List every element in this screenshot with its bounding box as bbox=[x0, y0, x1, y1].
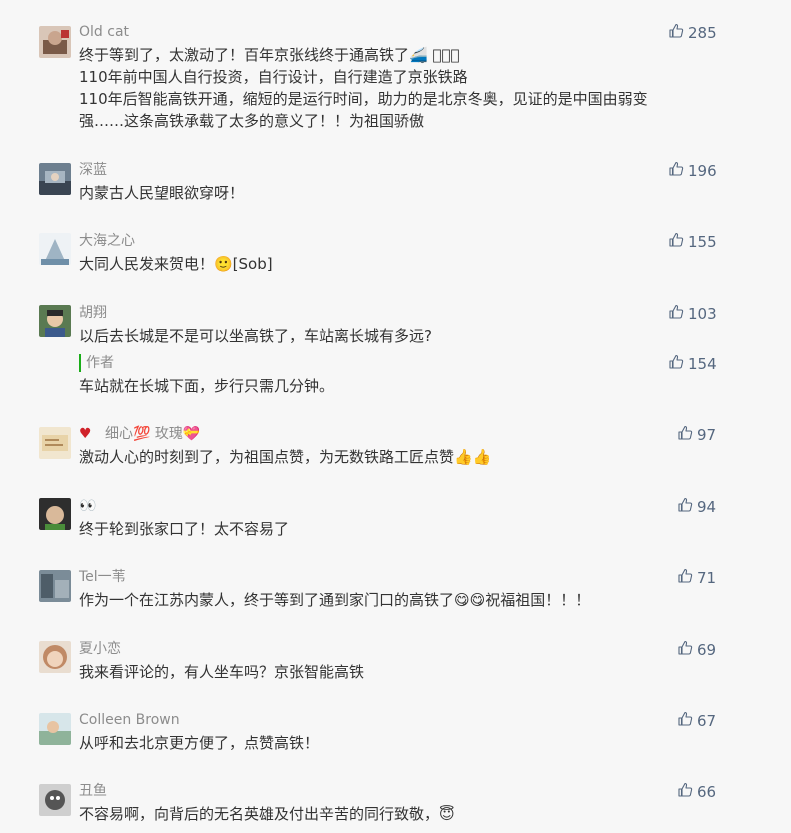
author-reply-label: 作者 bbox=[79, 354, 114, 372]
thumbs-up-icon bbox=[677, 425, 693, 445]
comment-text: 不容易啊，向背后的无名英雄及付出辛苦的同行致敬，😇 bbox=[79, 803, 719, 825]
comment-line: 以后去长城是不是可以坐高铁了，车站离长城有多远? bbox=[79, 327, 432, 345]
like-button[interactable]: 97 bbox=[677, 425, 716, 445]
like-count: 103 bbox=[688, 305, 717, 323]
avatar[interactable] bbox=[39, 427, 71, 459]
like-button[interactable]: 94 bbox=[677, 497, 716, 517]
like-button[interactable]: 71 bbox=[677, 568, 716, 588]
like-count: 66 bbox=[697, 783, 717, 801]
avatar[interactable] bbox=[39, 641, 71, 673]
thumbs-up-icon bbox=[668, 161, 684, 181]
reply-line: 车站就在长城下面，步行只需几分钟。 bbox=[79, 377, 335, 395]
comment-line: 大同人民发来贺电！🙂[Sob] bbox=[79, 255, 273, 273]
thumbs-up-icon bbox=[677, 782, 693, 802]
comment-text: 大同人民发来贺电！🙂[Sob] bbox=[79, 253, 719, 275]
thumbs-up-icon bbox=[677, 497, 693, 517]
like-count: 94 bbox=[697, 498, 717, 516]
comment-line: 从呼和去北京更方便了，点赞高铁！ bbox=[79, 734, 320, 752]
nickname[interactable]: Old cat bbox=[79, 23, 129, 41]
comment-line: 终于等到了，太激动了！百年京张线终于通高铁了🚄 🏻🏻🏻 bbox=[79, 46, 460, 64]
nickname[interactable]: 夏小恋 bbox=[79, 640, 121, 658]
comment-line: 110年后智能高铁开通，缩短的是运行时间，助力的是北京冬奥，见证的是中国由弱变 bbox=[79, 90, 648, 108]
thumbs-up-icon bbox=[668, 304, 684, 324]
avatar[interactable] bbox=[39, 713, 71, 745]
like-button[interactable]: 67 bbox=[677, 711, 716, 731]
author-reply-text: 车站就在长城下面，步行只需几分钟。 bbox=[79, 375, 719, 397]
nickname[interactable]: Tel一苇 bbox=[79, 568, 126, 586]
like-button[interactable]: 103 bbox=[668, 304, 717, 324]
thumbs-up-icon bbox=[677, 568, 693, 588]
comment-text: 内蒙古人民望眼欲穿呀！ bbox=[79, 182, 719, 204]
avatar[interactable] bbox=[39, 570, 71, 602]
comment-text: 我来看评论的，有人坐车吗？京张智能高铁 bbox=[79, 661, 719, 683]
nickname[interactable]: 大海之心 bbox=[79, 232, 135, 250]
avatar[interactable] bbox=[39, 305, 71, 337]
reply-like-button[interactable]: 154 bbox=[668, 354, 717, 374]
thumbs-up-icon bbox=[668, 232, 684, 252]
avatar[interactable] bbox=[39, 784, 71, 816]
like-button[interactable]: 66 bbox=[677, 782, 716, 802]
nickname[interactable]: Colleen Brown bbox=[79, 711, 180, 729]
comment-text: 以后去长城是不是可以坐高铁了，车站离长城有多远? bbox=[79, 325, 719, 347]
nickname[interactable]: 丑鱼 bbox=[79, 782, 107, 800]
like-button[interactable]: 69 bbox=[677, 640, 716, 660]
comment-line: 激动人心的时刻到了，为祖国点赞，为无数铁路工匠点赞👍👍 bbox=[79, 448, 492, 466]
like-button[interactable]: 196 bbox=[668, 161, 717, 181]
like-count: 97 bbox=[697, 426, 717, 444]
thumbs-up-icon bbox=[668, 354, 684, 374]
comment-line: 终于轮到张家口了！太不容易了 bbox=[79, 520, 290, 538]
comment-text: 终于轮到张家口了！太不容易了 bbox=[79, 518, 719, 540]
comment-line: 110年前中国人自行投资，自行设计，自行建造了京张铁路 bbox=[79, 68, 468, 86]
comment-text: 激动人心的时刻到了，为祖国点赞，为无数铁路工匠点赞👍👍 bbox=[79, 446, 719, 468]
comment-line: 我来看评论的，有人坐车吗？京张智能高铁 bbox=[79, 663, 365, 681]
comment-text: 终于等到了，太激动了！百年京张线终于通高铁了🚄 🏻🏻🏻 110年前中国人自行投资… bbox=[79, 44, 719, 132]
like-count: 196 bbox=[688, 162, 717, 180]
like-count: 69 bbox=[697, 641, 717, 659]
like-button[interactable]: 285 bbox=[668, 23, 717, 43]
thumbs-up-icon bbox=[677, 640, 693, 660]
comment-line: 强……这条高铁承载了太多的意义了！！为祖国骄傲 bbox=[79, 112, 425, 130]
like-count: 285 bbox=[688, 24, 717, 42]
comment-line: 不容易啊，向背后的无名英雄及付出辛苦的同行致敬，😇 bbox=[79, 805, 455, 823]
comment-line: 作为一个在江苏内蒙人，终于等到了通到家门口的高铁了😋😋祝福祖国！！！ bbox=[79, 591, 591, 609]
avatar[interactable] bbox=[39, 498, 71, 530]
like-count: 155 bbox=[688, 233, 717, 251]
thumbs-up-icon bbox=[668, 23, 684, 43]
heart-icon: ♥ bbox=[79, 426, 92, 442]
avatar[interactable] bbox=[39, 163, 71, 195]
nickname[interactable]: 细心💯 玫瑰💝 bbox=[105, 425, 200, 443]
avatar[interactable] bbox=[39, 233, 71, 265]
like-count: 71 bbox=[697, 569, 717, 587]
nickname[interactable]: 胡翔 bbox=[79, 304, 107, 322]
comment-text: 从呼和去北京更方便了，点赞高铁！ bbox=[79, 732, 719, 754]
nickname[interactable]: 深蓝 bbox=[79, 161, 107, 179]
avatar[interactable] bbox=[39, 26, 71, 58]
like-count: 67 bbox=[697, 712, 717, 730]
nickname[interactable]: 👀 bbox=[79, 497, 96, 515]
comment-line: 内蒙古人民望眼欲穿呀！ bbox=[79, 184, 245, 202]
like-button[interactable]: 155 bbox=[668, 232, 717, 252]
thumbs-up-icon bbox=[677, 711, 693, 731]
comment-text: 作为一个在江苏内蒙人，终于等到了通到家门口的高铁了😋😋祝福祖国！！！ bbox=[79, 589, 719, 611]
like-count: 154 bbox=[688, 355, 717, 373]
